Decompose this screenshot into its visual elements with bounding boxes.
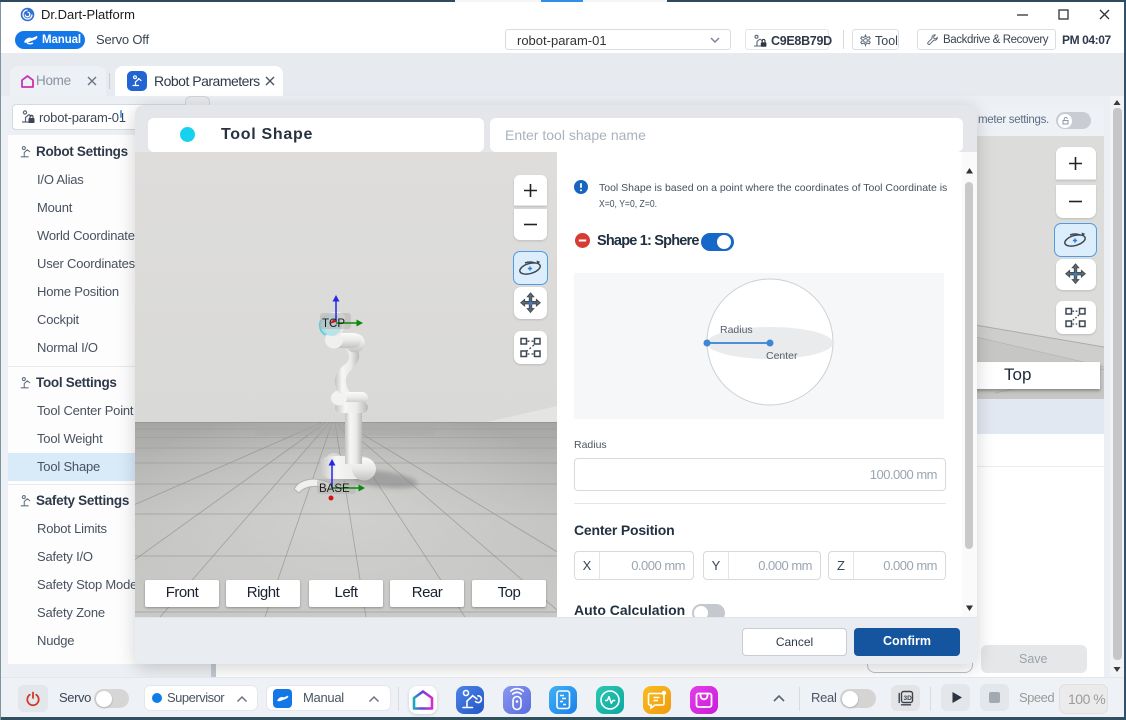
svg-text:BASE: BASE xyxy=(319,483,350,495)
svg-text:TCP: TCP xyxy=(322,318,345,330)
svg-text:Radius: Radius xyxy=(720,324,753,336)
svg-text:3D: 3D xyxy=(904,695,913,702)
svg-text:Center: Center xyxy=(766,350,798,362)
